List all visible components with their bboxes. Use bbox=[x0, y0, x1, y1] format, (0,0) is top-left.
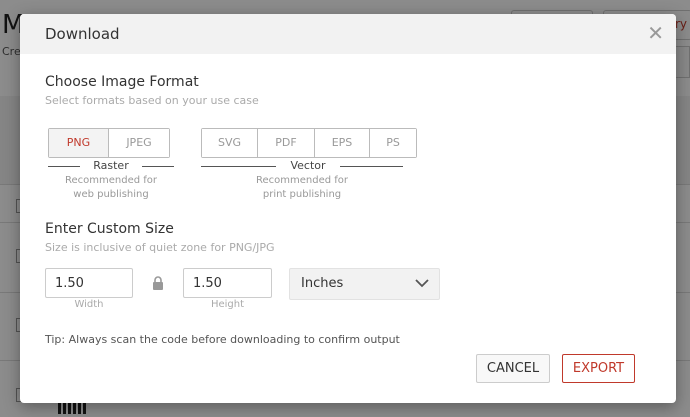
format-section-subtitle: Select formats based on your use case bbox=[45, 94, 259, 107]
chevron-down-icon bbox=[415, 279, 429, 288]
raster-format-group: PNG JPEG bbox=[48, 128, 170, 158]
format-option-eps[interactable]: EPS bbox=[315, 129, 370, 157]
lock-icon[interactable] bbox=[152, 276, 164, 290]
close-icon[interactable]: ✕ bbox=[647, 23, 664, 43]
height-caption: Height bbox=[210, 299, 245, 310]
dialog-title: Download bbox=[45, 25, 120, 43]
unit-select[interactable]: Inches bbox=[289, 268, 440, 300]
size-section-title: Enter Custom Size bbox=[45, 221, 174, 237]
height-input[interactable] bbox=[183, 268, 272, 298]
vector-note-line2: print publishing bbox=[262, 189, 342, 200]
unit-select-value: Inches bbox=[301, 276, 344, 291]
vector-group-note: Recommended for print publishing bbox=[201, 174, 403, 202]
format-option-pdf[interactable]: PDF bbox=[258, 129, 315, 157]
raster-note-line2: web publishing bbox=[73, 189, 149, 200]
raster-note-line1: Recommended for bbox=[64, 175, 158, 186]
width-input[interactable] bbox=[45, 268, 133, 298]
format-option-png[interactable]: PNG bbox=[49, 129, 109, 157]
format-option-ps[interactable]: PS bbox=[370, 129, 416, 157]
vector-group-label: Vector bbox=[276, 159, 340, 172]
download-dialog: Download ✕ Choose Image Format Select fo… bbox=[20, 14, 676, 403]
format-option-jpeg[interactable]: JPEG bbox=[109, 129, 169, 157]
raster-group-label: Raster bbox=[80, 159, 142, 172]
size-section-subtitle: Size is inclusive of quiet zone for PNG/… bbox=[45, 241, 275, 254]
export-button[interactable]: EXPORT bbox=[562, 354, 635, 383]
tip-text: Tip: Always scan the code before downloa… bbox=[45, 333, 400, 346]
format-option-svg[interactable]: SVG bbox=[202, 129, 258, 157]
dialog-header: Download ✕ bbox=[20, 14, 676, 54]
cancel-button[interactable]: CANCEL bbox=[476, 354, 550, 383]
raster-group-note: Recommended for web publishing bbox=[48, 174, 174, 202]
format-section-title: Choose Image Format bbox=[45, 74, 199, 90]
vector-format-group: SVG PDF EPS PS bbox=[201, 128, 417, 158]
vector-note-line1: Recommended for bbox=[255, 175, 349, 186]
width-caption: Width bbox=[74, 299, 104, 310]
